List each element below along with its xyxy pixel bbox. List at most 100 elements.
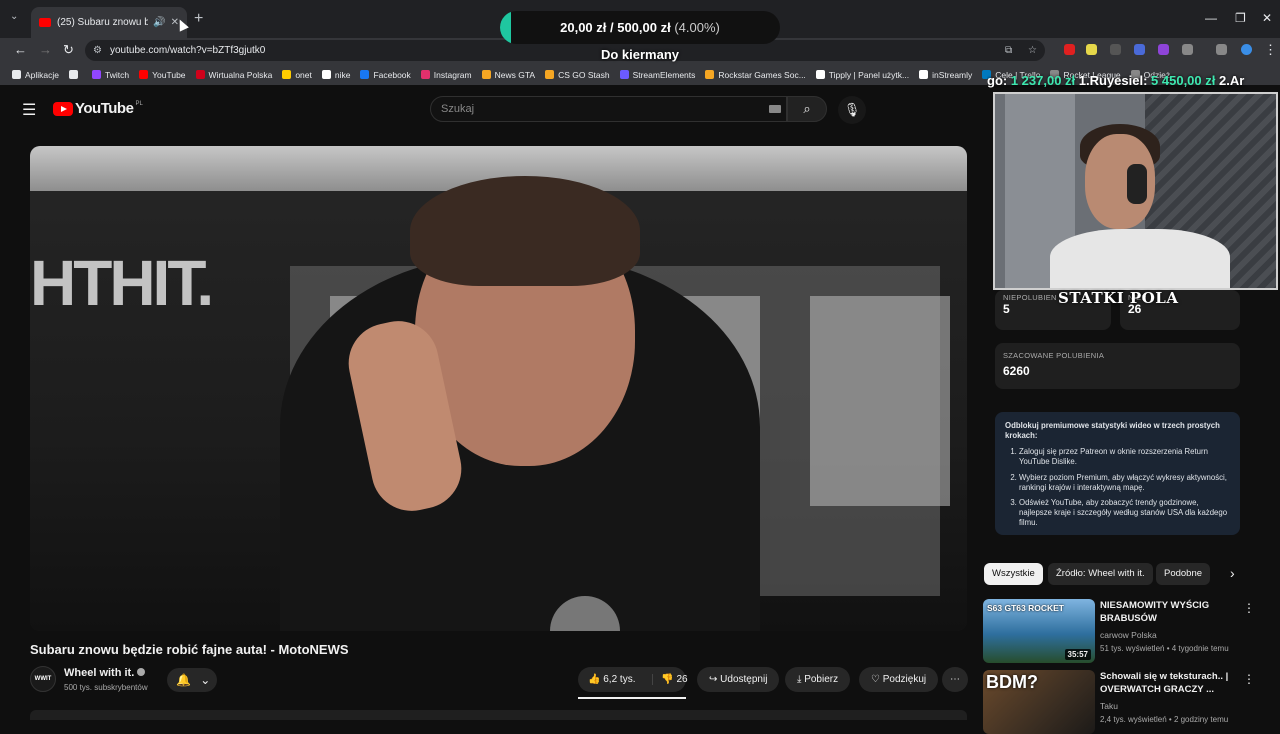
bookmark-item[interactable]	[69, 70, 82, 79]
donation-ticker: go: 1 237,00 zł 1.Ruyesiel: 5 450,00 zł …	[987, 73, 1245, 88]
bookmark-item[interactable]: Wirtualna Polska	[195, 70, 272, 80]
youtube-favicon-icon	[39, 18, 51, 27]
bookmark-item[interactable]: StreamElements	[619, 70, 695, 80]
bookmark-item[interactable]: Rockstar Games Soc...	[705, 70, 806, 80]
back-icon[interactable]: ←	[14, 42, 27, 57]
channel-name[interactable]: Wheel with it.	[64, 667, 146, 679]
bookmark-favicon-icon	[92, 70, 102, 79]
site-info-icon[interactable]: ⚙	[93, 40, 102, 61]
extension-icon-5[interactable]	[1158, 44, 1169, 55]
more-icon: ⋯	[950, 674, 960, 685]
country-code: PL	[135, 100, 143, 107]
bookmark-favicon-icon	[321, 70, 331, 79]
search-button[interactable]: ⌕	[787, 96, 827, 122]
hamburger-menu-icon[interactable]: ☰	[22, 100, 36, 120]
speaker-icon[interactable]: 🔊	[153, 17, 165, 28]
chip-all[interactable]: Wszystkie	[984, 563, 1043, 585]
like-dislike-group: 👍 6,2 tys. 👎 26	[578, 667, 688, 692]
new-tab-icon[interactable]: +	[194, 10, 203, 28]
microphone-icon: 🎙	[843, 102, 861, 117]
bookmark-item[interactable]: Twitch	[92, 70, 129, 80]
video-player[interactable]: HTHIT.	[30, 146, 967, 631]
bookmark-favicon-icon	[195, 70, 205, 79]
premium-steps: Zaloguj się przez Patreon w oknie rozsze…	[1005, 447, 1230, 528]
reload-icon[interactable]: ↻	[63, 42, 74, 58]
search-icon: ⌕	[803, 101, 811, 116]
chip-similar[interactable]: Podobne	[1156, 563, 1211, 585]
video-thumbnail[interactable]: BDM?	[983, 670, 1095, 734]
extension-icon-1[interactable]	[1064, 44, 1075, 55]
ryd-estimated-card: SZACOWANE POLUBIENIA 6260	[995, 343, 1240, 389]
subscriber-count: 500 tys. subskrybentów	[64, 683, 148, 692]
minimize-icon[interactable]: —	[1205, 11, 1217, 25]
bookmark-star-icon[interactable]: ☆	[1028, 40, 1037, 61]
thumbs-down-icon: 👎	[661, 674, 674, 685]
bookmark-item[interactable]: Instagram	[420, 70, 472, 80]
tab-list-chevron-icon[interactable]: ⌄	[10, 11, 18, 22]
youtube-play-icon	[53, 101, 73, 116]
bell-icon: 🔔	[176, 673, 191, 687]
download-button[interactable]: ⤓ Pobierz	[785, 667, 851, 692]
webcam-caption: STATKI POLA	[1058, 289, 1179, 307]
bookmark-favicon-icon	[69, 70, 79, 79]
premium-step: Wybierz poziom Premium, aby włączyć wykr…	[1019, 473, 1230, 493]
share-button[interactable]: ↪ Udostępnij	[697, 667, 780, 692]
youtube-logo[interactable]: YouTube PL	[53, 100, 143, 117]
bookmark-item[interactable]: CS GO Stash	[545, 70, 610, 80]
bookmark-favicon-icon	[139, 70, 149, 79]
notifications-button[interactable]: 🔔 ⌄	[167, 668, 217, 692]
dislike-button[interactable]: 👎 26	[652, 674, 688, 685]
extension-icon-3[interactable]	[1110, 44, 1121, 55]
bookmark-favicon-icon	[815, 70, 825, 79]
bookmark-item[interactable]: onet	[282, 70, 312, 80]
search-input[interactable]: Szukaj	[430, 96, 787, 122]
premium-heading: Odblokuj premiumowe statystyki wideo w t…	[1005, 421, 1220, 441]
browser-menu-icon[interactable]: ⋮	[1264, 42, 1277, 58]
goal-name: Do kiermany	[600, 47, 680, 62]
bookmark-item[interactable]: News GTA	[481, 70, 535, 80]
video-thumbnail[interactable]: S63 GT63 ROCKET 35:57	[983, 599, 1095, 663]
install-app-icon[interactable]: ⧉	[1005, 40, 1012, 61]
rec-channel: carwow Polska	[1100, 630, 1157, 640]
media-control-icon[interactable]	[1216, 44, 1227, 55]
bookmark-item[interactable]: Aplikacje	[12, 70, 59, 80]
browser-tab[interactable]: (25) Subaru znowu będzie robić 🔊 ✕	[31, 7, 187, 38]
more-icon[interactable]: ⋮	[1243, 601, 1255, 615]
premium-step: Zaloguj się przez Patreon w oknie rozsze…	[1019, 447, 1230, 467]
extension-icon-2[interactable]	[1086, 44, 1097, 55]
forward-icon[interactable]: →	[39, 42, 52, 57]
bookmark-favicon-icon	[420, 70, 430, 79]
bookmark-item[interactable]: Tipply | Panel użytk...	[815, 70, 909, 80]
maximize-icon[interactable]: ❐	[1235, 11, 1246, 25]
bookmark-item[interactable]: nike	[321, 70, 350, 80]
bookmark-item[interactable]: Facebook	[360, 70, 411, 80]
like-button[interactable]: 👍 6,2 tys.	[588, 674, 635, 685]
window-close-icon[interactable]: ✕	[1262, 11, 1272, 25]
list-item[interactable]: S63 GT63 ROCKET 35:57 NIESAMOWITY WYŚCIG…	[983, 599, 1263, 663]
bookmark-item[interactable]: YouTube	[139, 70, 186, 80]
keyboard-icon[interactable]	[769, 105, 781, 113]
rec-meta: 51 tys. wyświetleń • 4 tygodnie temu	[1100, 644, 1229, 653]
verified-icon	[137, 668, 146, 676]
more-actions-button[interactable]: ⋯	[942, 667, 968, 692]
bookmark-favicon-icon	[360, 70, 370, 79]
list-item[interactable]: BDM? Schowali się w teksturach.. | OVERW…	[983, 670, 1263, 734]
voice-search-button[interactable]: 🎙	[838, 96, 866, 124]
bookmark-item[interactable]: inStreamly	[919, 70, 972, 80]
channel-avatar[interactable]: WWIT	[30, 666, 56, 692]
download-icon: ⤓	[797, 674, 802, 685]
description-box[interactable]	[30, 710, 967, 720]
extension-icon-4[interactable]	[1134, 44, 1145, 55]
share-icon: ↪	[709, 674, 718, 685]
chevron-right-icon[interactable]: ›	[1230, 565, 1235, 581]
profile-avatar-icon[interactable]	[1241, 44, 1252, 55]
thumbnail-text: S63 GT63 ROCKET	[987, 603, 1064, 613]
thanks-button[interactable]: ♡ Podziękuj	[859, 667, 939, 692]
search-placeholder: Szukaj	[441, 103, 475, 115]
bookmark-favicon-icon	[705, 70, 715, 79]
ryd-premium-promo: Odblokuj premiumowe statystyki wideo w t…	[995, 412, 1240, 535]
chip-source[interactable]: Źródło: Wheel with it.	[1048, 563, 1153, 585]
bookmark-favicon-icon	[619, 70, 629, 79]
extensions-puzzle-icon[interactable]	[1182, 44, 1193, 55]
more-icon[interactable]: ⋮	[1243, 672, 1255, 686]
